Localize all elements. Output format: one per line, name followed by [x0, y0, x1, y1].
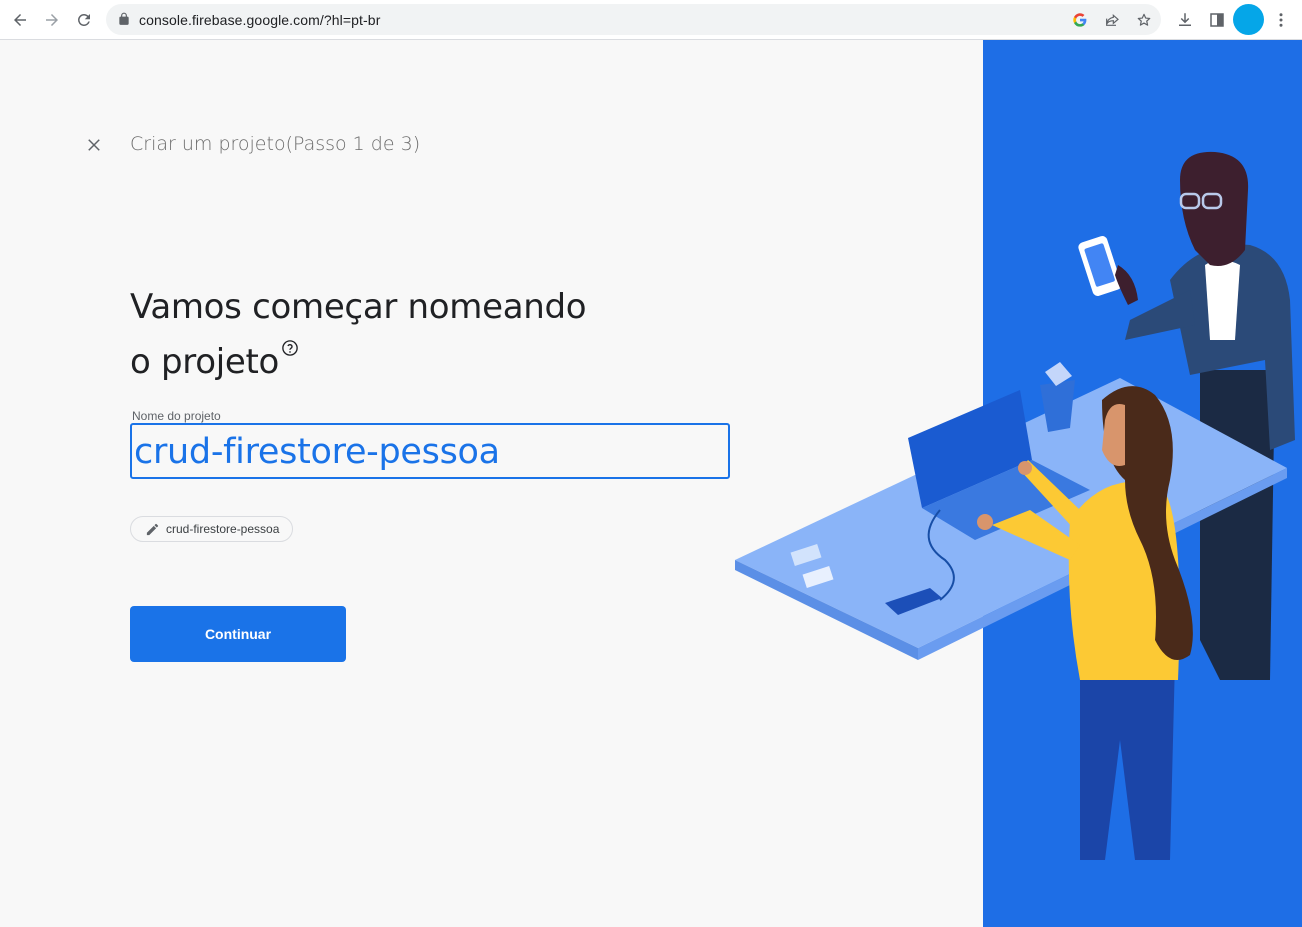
url-text: console.firebase.google.com/?hl=pt-br [139, 12, 381, 28]
project-name-label: Nome do projeto [132, 409, 221, 423]
forward-button[interactable] [40, 8, 64, 32]
star-icon [1137, 13, 1151, 26]
heading-line-2: o projeto [130, 335, 650, 390]
more-vert-icon [1279, 13, 1283, 27]
side-panel-button[interactable] [1206, 9, 1228, 31]
chrome-menu-button[interactable] [1270, 9, 1292, 31]
close-icon [88, 139, 100, 151]
project-id-text: crud-firestore-pessoa [166, 522, 280, 536]
heading-line-2-text: o projeto [130, 342, 280, 382]
help-circle-icon[interactable] [281, 339, 299, 357]
share-button[interactable] [1102, 10, 1122, 30]
step-title: Criar um projeto(Passo 1 de 3) [130, 133, 421, 155]
google-translate-button[interactable] [1070, 10, 1090, 30]
arrow-left-icon [14, 14, 26, 26]
google-g-icon [1073, 13, 1087, 27]
profile-avatar[interactable] [1233, 4, 1264, 35]
downloads-button[interactable] [1174, 9, 1196, 31]
address-bar[interactable]: console.firebase.google.com/?hl=pt-br [106, 4, 1161, 35]
continue-button[interactable]: Continuar [130, 606, 346, 662]
project-id-chip[interactable]: crud-firestore-pessoa [130, 516, 294, 542]
arrow-right-icon [46, 14, 58, 26]
browser-toolbar: console.firebase.google.com/?hl=pt-br [0, 0, 1302, 40]
share-icon [1106, 14, 1119, 26]
pencil-icon [146, 523, 159, 535]
lock-icon [119, 12, 129, 25]
bookmark-button[interactable] [1134, 10, 1154, 30]
heading-line-1: Vamos começar nomeando [130, 287, 587, 327]
page-heading: Vamos começar nomeando o projeto [130, 280, 650, 390]
close-button[interactable] [82, 133, 106, 157]
back-button[interactable] [8, 8, 32, 32]
illustration [735, 40, 1302, 927]
download-icon [1179, 13, 1191, 26]
side-panel-icon [1210, 13, 1224, 27]
reload-icon [78, 14, 90, 26]
reload-button[interactable] [72, 8, 96, 32]
project-name-input[interactable] [130, 423, 730, 479]
